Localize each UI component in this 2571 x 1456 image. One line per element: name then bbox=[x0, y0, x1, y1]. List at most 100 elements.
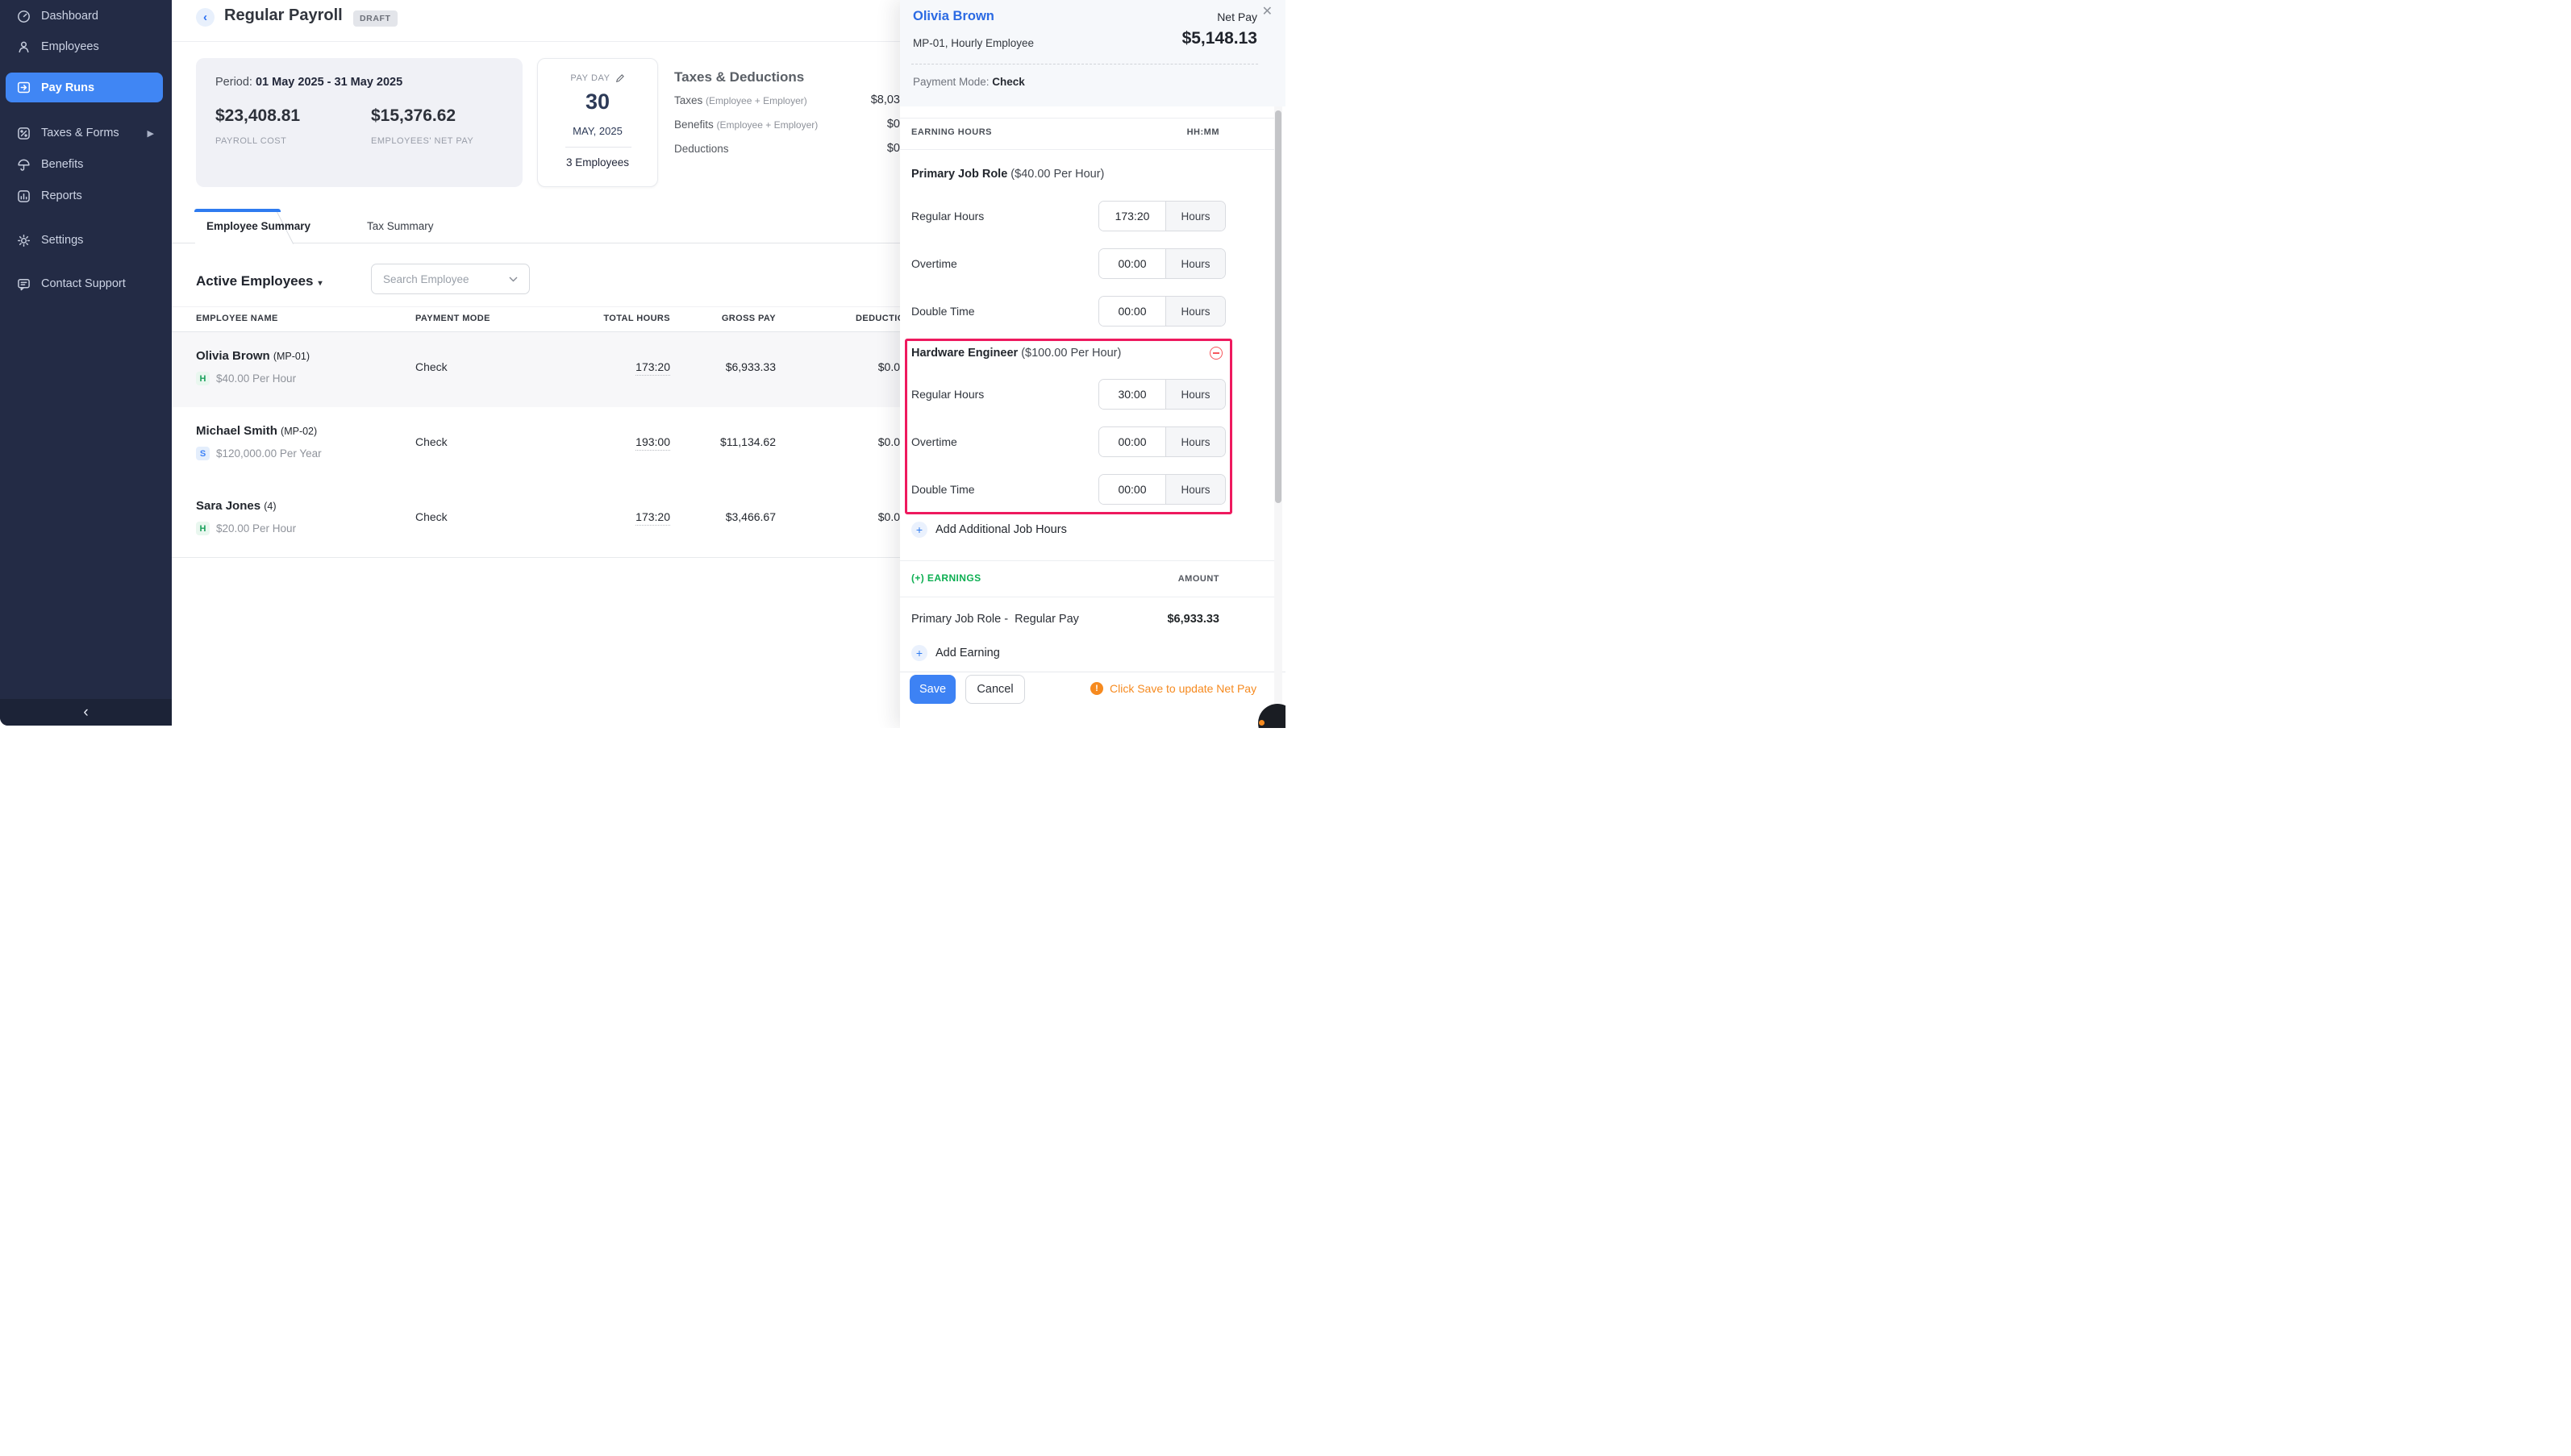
remove-job-icon[interactable] bbox=[1210, 347, 1223, 360]
tax-row-value: $0 bbox=[887, 142, 900, 155]
section-border bbox=[900, 560, 1276, 561]
sidebar-item-dashboard[interactable]: Dashboard bbox=[0, 4, 172, 28]
overtime-input[interactable] bbox=[1099, 249, 1165, 278]
sidebar-item-label: Benefits bbox=[41, 158, 83, 171]
payday-month: MAY, 2025 bbox=[538, 125, 657, 137]
edit-pencil-icon[interactable] bbox=[615, 73, 625, 83]
panel-net-pay-label: Net Pay bbox=[1217, 10, 1257, 23]
overtime-input[interactable] bbox=[1099, 427, 1165, 456]
hour-row-label: Double Time bbox=[911, 305, 975, 318]
warning-icon: ! bbox=[1090, 682, 1103, 695]
chevron-right-icon: ▶ bbox=[148, 128, 154, 139]
employee-code: (MP-02) bbox=[281, 426, 317, 437]
employee-code: (MP-01) bbox=[273, 351, 310, 362]
sidebar: Dashboard Employees Pay Runs Taxes & For… bbox=[0, 0, 172, 726]
hours-unit-addon: Hours bbox=[1165, 427, 1225, 456]
gross-pay-cell: $3,466.67 bbox=[726, 510, 776, 523]
add-earning-button[interactable]: + Add Earning bbox=[911, 645, 1000, 661]
contact-support-icon bbox=[17, 277, 31, 291]
search-employee-placeholder: Search Employee bbox=[383, 273, 469, 285]
sidebar-item-label: Employees bbox=[41, 40, 99, 53]
hours-unit-addon: Hours bbox=[1165, 475, 1225, 504]
back-button[interactable]: ‹ bbox=[196, 8, 215, 27]
tab-tax-summary[interactable]: Tax Summary bbox=[367, 220, 434, 232]
sidebar-item-settings[interactable]: Settings bbox=[0, 228, 172, 252]
panel-header: Olivia Brown Net Pay MP-01, Hourly Emplo… bbox=[900, 0, 1286, 106]
col-employee-name: EMPLOYEE NAME bbox=[196, 314, 278, 323]
total-hours-cell[interactable]: 193:00 bbox=[635, 435, 670, 451]
add-job-label: Add Additional Job Hours bbox=[935, 523, 1067, 536]
sidebar-item-taxes-forms[interactable]: Taxes & Forms ▶ bbox=[0, 121, 172, 145]
job-rate-text: ($100.00 Per Hour) bbox=[1021, 347, 1121, 360]
payday-divider bbox=[565, 147, 631, 148]
chevron-down-icon bbox=[509, 277, 518, 282]
collapse-chevron-icon: ‹ bbox=[83, 704, 88, 722]
sidebar-item-employees[interactable]: Employees bbox=[0, 35, 172, 59]
deduction-cell: $0.0 bbox=[878, 510, 900, 523]
regular-hours-input[interactable] bbox=[1099, 380, 1165, 409]
regular-hours-input-group: Hours bbox=[1098, 201, 1226, 231]
sidebar-item-reports[interactable]: Reports bbox=[0, 184, 172, 208]
employee-rate: $20.00 Per Hour bbox=[216, 522, 296, 535]
hours-unit-addon: Hours bbox=[1165, 249, 1225, 278]
amount-column-label: AMOUNT bbox=[1178, 574, 1219, 584]
sidebar-item-label: Settings bbox=[41, 234, 83, 247]
page-title: Regular Payroll bbox=[224, 6, 343, 25]
sidebar-item-label: Taxes & Forms bbox=[41, 127, 119, 139]
total-hours-cell[interactable]: 173:20 bbox=[635, 360, 670, 376]
overtime-input-group: Hours bbox=[1098, 426, 1226, 457]
panel-employee-link[interactable]: Olivia Brown bbox=[913, 9, 994, 24]
taxes-forms-icon bbox=[17, 127, 31, 140]
double-time-input[interactable] bbox=[1099, 475, 1165, 504]
earning-row-label: Primary Job Role - Regular Pay bbox=[911, 613, 1079, 626]
hour-row-label: Overtime bbox=[911, 257, 957, 270]
active-employees-dropdown[interactable]: Active Employees▾ bbox=[196, 273, 323, 289]
earning-row-amount: $6,933.33 bbox=[1167, 613, 1219, 626]
close-icon[interactable]: ✕ bbox=[1262, 3, 1273, 19]
benefits-icon bbox=[17, 158, 31, 172]
panel-footer: Save Cancel ! Click Save to update Net P… bbox=[900, 672, 1286, 728]
sidebar-item-pay-runs[interactable]: Pay Runs bbox=[6, 73, 163, 102]
employee-rate: $40.00 Per Hour bbox=[216, 372, 296, 385]
job-title-primary: Primary Job Role ($40.00 Per Hour) bbox=[911, 168, 1104, 181]
tax-row-label: Taxes (Employee + Employer) bbox=[674, 94, 807, 106]
panel-net-pay-value: $5,148.13 bbox=[1182, 29, 1257, 48]
panel-scrollbar[interactable] bbox=[1274, 106, 1282, 714]
hours-format-label: HH:MM bbox=[1187, 127, 1219, 137]
employee-rate: $120,000.00 Per Year bbox=[216, 447, 322, 460]
plus-icon: + bbox=[911, 522, 927, 538]
hour-row-label: Overtime bbox=[911, 435, 957, 448]
sidebar-item-contact-support[interactable]: Contact Support bbox=[0, 272, 172, 296]
employee-name: Sara Jones (4) bbox=[196, 499, 277, 513]
period-card: Period: 01 May 2025 - 31 May 2025 $23,40… bbox=[196, 58, 523, 187]
add-additional-job-hours-button[interactable]: + Add Additional Job Hours bbox=[911, 522, 1067, 538]
tax-sublabel: (Employee + Employer) bbox=[717, 119, 819, 131]
save-button[interactable]: Save bbox=[910, 675, 956, 704]
hourly-badge: H bbox=[196, 372, 210, 385]
total-hours-cell[interactable]: 173:20 bbox=[635, 510, 670, 526]
tax-label: Taxes bbox=[674, 94, 706, 106]
hourly-badge: H bbox=[196, 522, 210, 535]
add-earning-label: Add Earning bbox=[935, 647, 1000, 659]
regular-hours-input[interactable] bbox=[1099, 202, 1165, 231]
section-border bbox=[900, 118, 1276, 119]
payday-employee-count: 3 Employees bbox=[538, 156, 657, 168]
payroll-cost-value: $23,408.81 bbox=[215, 106, 300, 126]
sidebar-collapse-button[interactable]: ‹ bbox=[0, 699, 172, 726]
double-time-input[interactable] bbox=[1099, 297, 1165, 326]
employee-detail-panel: Olivia Brown Net Pay MP-01, Hourly Emplo… bbox=[900, 0, 1286, 728]
sidebar-item-label: Reports bbox=[41, 189, 82, 202]
active-employees-label: Active Employees bbox=[196, 273, 314, 289]
sidebar-item-benefits[interactable]: Benefits bbox=[0, 152, 172, 177]
payday-label: PAY DAY bbox=[538, 73, 657, 83]
employee-subline: S $120,000.00 Per Year bbox=[196, 447, 322, 460]
search-employee-select[interactable]: Search Employee bbox=[371, 264, 530, 294]
sidebar-item-label: Contact Support bbox=[41, 277, 126, 290]
scrollbar-thumb[interactable] bbox=[1275, 110, 1281, 503]
gross-pay-cell: $11,134.62 bbox=[720, 435, 776, 448]
save-warning: ! Click Save to update Net Pay bbox=[1090, 682, 1256, 695]
employee-code: (4) bbox=[264, 501, 276, 512]
cancel-button[interactable]: Cancel bbox=[965, 675, 1025, 704]
dashboard-icon bbox=[17, 10, 31, 23]
payroll-cost-label: PAYROLL COST bbox=[215, 136, 286, 146]
